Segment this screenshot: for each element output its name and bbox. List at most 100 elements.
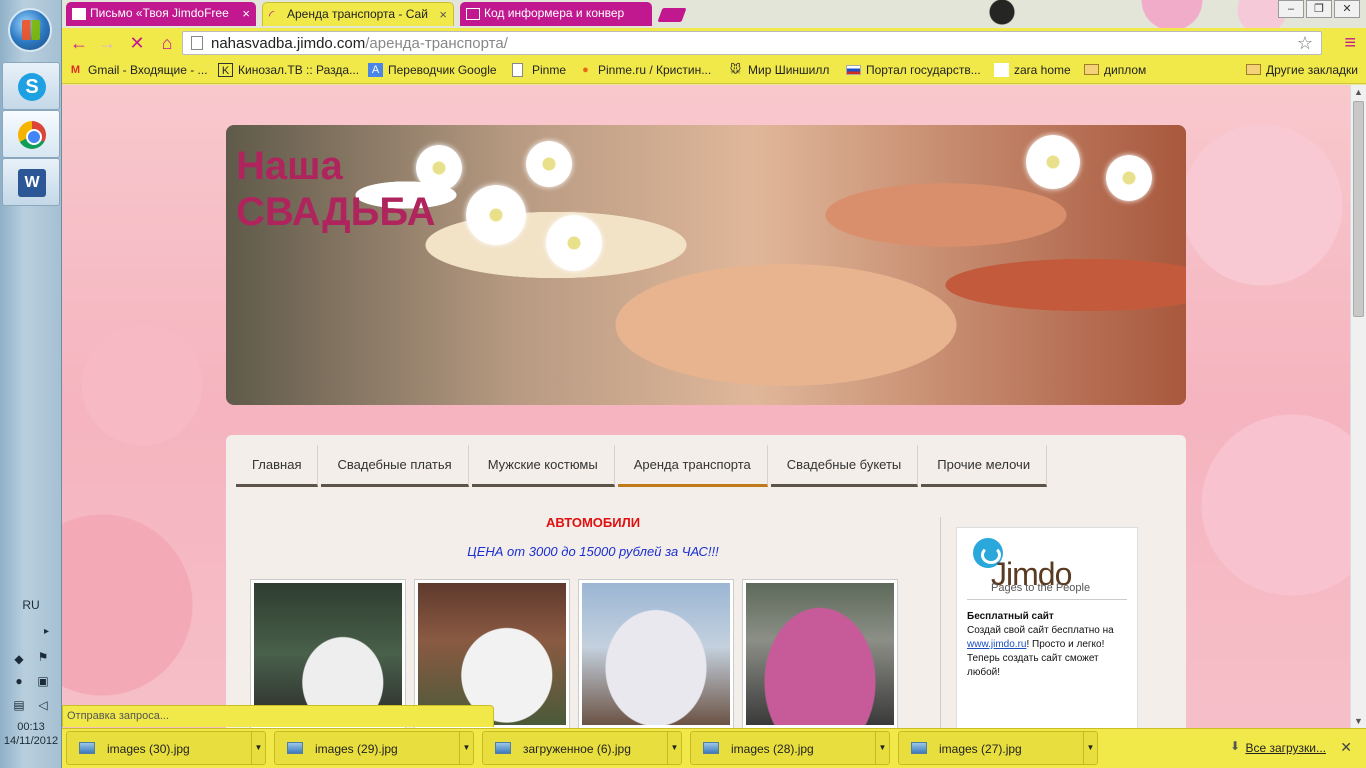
promo-text-part: Создай свой сайт бесплатно на [967, 625, 1114, 636]
language-indicator[interactable]: RU [0, 598, 62, 612]
flower-decoration [1106, 155, 1152, 201]
jimdo-ad: Jimdo Pages to the People Бесплатный сай… [956, 527, 1138, 728]
download-item[interactable]: images (29).jpg ▼ [274, 731, 474, 765]
menu-icon[interactable]: ≡ [1344, 32, 1356, 55]
site-title[interactable]: Наша СВАДЬБА [236, 143, 436, 235]
scroll-up-icon[interactable]: ▲ [1354, 87, 1363, 97]
bookmark-label: Pinme [532, 63, 567, 77]
download-menu-icon[interactable]: ▼ [667, 732, 681, 764]
tab-mail[interactable]: Письмо «Твоя JimdoFree × [66, 2, 256, 26]
download-item[interactable]: images (30).jpg ▼ [66, 731, 266, 765]
mail-favicon-icon [72, 8, 86, 20]
bookmark-gmail[interactable]: M Gmail - Входящие - ... [68, 63, 208, 77]
browser-toolbar: ← → ✕ ⌂ nahasvadba.jimdo.com/аренда-тран… [62, 28, 1366, 58]
bookmark-diplom[interactable]: диплом [1084, 63, 1146, 77]
image-file-icon [495, 742, 511, 754]
minimize-button[interactable]: – [1278, 0, 1304, 18]
word-icon: W [18, 169, 46, 197]
download-menu-icon[interactable]: ▼ [875, 732, 889, 764]
antivirus-icon[interactable]: ● [12, 674, 26, 688]
address-bar[interactable]: nahasvadba.jimdo.com/аренда-транспорта/ … [182, 31, 1322, 55]
tab-close-icon[interactable]: × [439, 7, 447, 22]
scroll-down-icon[interactable]: ▼ [1354, 716, 1363, 726]
bookmark-zara-home[interactable]: zara home [994, 63, 1071, 77]
status-bubble: Отправка запроса... [62, 705, 494, 727]
bookmark-star-icon[interactable]: ☆ [1297, 33, 1313, 54]
flag-icon[interactable]: ⚑ [36, 650, 50, 664]
network-icon[interactable]: ◆ [12, 652, 26, 666]
gallery-thumb[interactable] [742, 579, 898, 728]
tab-transport-rental[interactable]: ◜ Аренда транспорта - Сай × [262, 2, 454, 26]
section-heading: АВТОМОБИЛИ [545, 515, 641, 530]
clock[interactable]: 00:13 14/11/2012 [0, 720, 62, 748]
scroll-thumb[interactable] [1353, 101, 1364, 317]
translate-icon: A [368, 63, 383, 77]
taskbar-skype[interactable]: S [2, 62, 60, 110]
tray-expand-icon[interactable]: ▸ [44, 626, 49, 637]
download-item[interactable]: загруженное (6).jpg ▼ [482, 731, 682, 765]
site-title-line2: СВАДЬБА [236, 190, 436, 234]
tab-title: Аренда транспорта - Сай [287, 7, 428, 21]
gallery-thumb[interactable] [578, 579, 734, 728]
jimdo-link[interactable]: www.jimdo.ru [967, 639, 1026, 650]
download-menu-icon[interactable]: ▼ [251, 732, 265, 764]
chrome-icon [18, 121, 46, 149]
close-window-button[interactable]: ✕ [1334, 0, 1360, 18]
bookmark-kinozal[interactable]: K Кинозал.ТВ :: Разда... [218, 63, 359, 77]
restore-button[interactable]: ❐ [1306, 0, 1332, 18]
jimdo-logo[interactable]: Jimdo Pages to the People [967, 536, 1127, 600]
forward-button[interactable]: → [96, 32, 118, 54]
new-tab-button[interactable] [657, 8, 687, 22]
bookmark-label: диплом [1104, 63, 1147, 77]
monitor-icon[interactable]: ▤ [12, 698, 26, 712]
bookmark-google-translate[interactable]: A Переводчик Google [368, 63, 497, 77]
nav-misc[interactable]: Прочие мелочи [921, 445, 1048, 487]
all-downloads-link[interactable]: Все загрузки... [1245, 741, 1326, 755]
download-name: images (29).jpg [315, 742, 398, 756]
tab-title: Письмо «Твоя JimdoFree [90, 6, 229, 20]
start-button[interactable] [8, 8, 52, 52]
clock-date: 14/11/2012 [3, 735, 59, 747]
nav-wedding-dresses[interactable]: Свадебные платья [321, 445, 469, 487]
theme-decoration [762, 0, 1362, 28]
hummer-limo-photo [254, 583, 402, 725]
stop-button[interactable]: ✕ [126, 32, 148, 54]
taskbar-chrome[interactable] [2, 110, 60, 158]
bookmark-chinchilla[interactable]: 🐭 Мир Шиншилл [728, 63, 830, 77]
download-menu-icon[interactable]: ▼ [459, 732, 473, 764]
tab-informer-code[interactable]: Код информера и конвер [460, 2, 652, 26]
bookmark-gov-portal[interactable]: Портал государств... [846, 63, 981, 77]
image-file-icon [287, 742, 303, 754]
bookmark-pinme[interactable]: Pinme [512, 63, 566, 77]
nav-transport-rental[interactable]: Аренда транспорта [617, 445, 768, 487]
flower-decoration [526, 141, 572, 187]
article: АВТОМОБИЛИ ЦЕНА от 3000 до 15000 рублей … [240, 515, 916, 559]
site-title-line1: Наша [236, 144, 343, 188]
back-button[interactable]: ← [68, 32, 90, 54]
download-arrow-icon: ⬇ [1229, 739, 1240, 753]
download-item[interactable]: images (27).jpg ▼ [898, 731, 1098, 765]
image-file-icon [911, 742, 927, 754]
close-shelf-icon[interactable]: ✕ [1340, 739, 1352, 756]
tab-title: Код информера и конвер [484, 6, 625, 20]
download-menu-icon[interactable]: ▼ [1083, 732, 1097, 764]
download-name: images (28).jpg [731, 742, 814, 756]
windows-logo-icon [22, 20, 40, 40]
tab-close-icon[interactable]: × [242, 6, 250, 21]
nav-bouquets[interactable]: Свадебные букеты [770, 445, 919, 487]
bookmark-pinme-kristina[interactable]: ● Pinme.ru / Кристин... [578, 63, 711, 77]
flower-decoration [546, 215, 602, 271]
volume-icon[interactable]: ◁ [36, 698, 50, 712]
url-path: /аренда-транспорта/ [365, 35, 508, 52]
nav-home[interactable]: Главная [236, 445, 319, 487]
other-bookmarks[interactable]: Другие закладки [1246, 63, 1358, 77]
home-button[interactable]: ⌂ [156, 32, 178, 54]
device-icon[interactable]: ▣ [36, 674, 50, 688]
nav-mens-suits[interactable]: Мужские костюмы [471, 445, 615, 487]
pink-cab-photo [746, 583, 894, 725]
download-item[interactable]: images (28).jpg ▼ [690, 731, 890, 765]
header-photo: Наша СВАДЬБА [226, 125, 1186, 405]
scrollbar[interactable]: ▲ ▼ [1350, 85, 1366, 728]
taskbar-word[interactable]: W [2, 158, 60, 206]
download-name: images (30).jpg [107, 742, 190, 756]
